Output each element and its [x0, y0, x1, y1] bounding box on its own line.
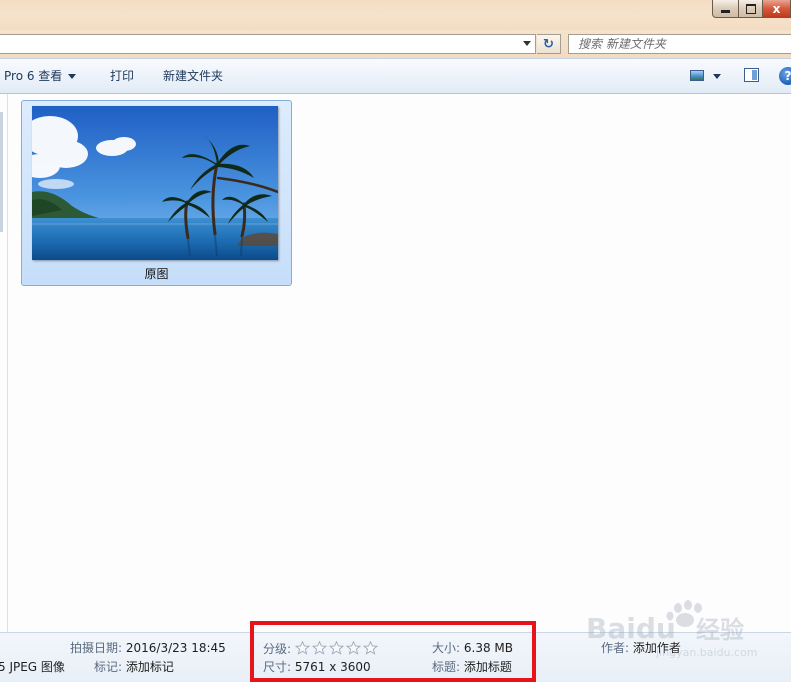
date-taken-value: 2016/3/23 18:45 — [125, 641, 226, 655]
command-bar: Pro 6 查看 打印 新建文件夹 ? — [0, 58, 791, 94]
tags-value[interactable]: 添加标记 — [126, 660, 174, 674]
highlight-annotation-box — [250, 621, 536, 682]
new-folder-button[interactable]: 新建文件夹 — [163, 59, 223, 93]
navigation-pane-edge[interactable] — [0, 94, 8, 632]
open-with-label: Pro 6 查看 — [4, 69, 63, 83]
explorer-window: x ↻ Pro 6 查看 打印 新建文件夹 ? — [0, 0, 791, 682]
tags-label: 标记: — [94, 660, 123, 674]
file-name-label: 原图 — [144, 267, 169, 281]
image-thumbnail — [32, 106, 278, 260]
minimize-icon — [721, 10, 730, 13]
tags-field[interactable]: 标记: 添加标记 — [94, 660, 174, 674]
search-input[interactable] — [568, 34, 791, 54]
svg-text:Baidu: Baidu — [586, 612, 676, 645]
file-item[interactable]: 原图 — [21, 100, 292, 286]
maximize-button[interactable] — [739, 0, 763, 18]
svg-text:jingyan.baidu.com: jingyan.baidu.com — [655, 646, 758, 659]
refresh-button[interactable]: ↻ — [537, 34, 561, 54]
view-options-chevron-down-icon[interactable] — [713, 74, 721, 79]
svg-text:经验: 经验 — [696, 616, 744, 644]
open-with-button[interactable]: Pro 6 查看 — [4, 59, 77, 93]
close-button[interactable]: x — [763, 0, 791, 18]
address-row: ↻ — [0, 30, 791, 58]
address-history-chevron-down-icon[interactable] — [523, 41, 531, 46]
baidu-jingyan-watermark-logo: Baidu 经验 jingyan.baidu.com — [586, 600, 758, 659]
caption-buttons: x — [712, 0, 791, 18]
file-view[interactable]: 原图 — [8, 94, 791, 632]
address-bar[interactable] — [0, 34, 536, 54]
close-icon: x — [772, 1, 781, 16]
chevron-down-icon — [68, 74, 77, 79]
refresh-icon: ↻ — [543, 36, 554, 52]
date-taken-label: 拍摄日期: — [70, 641, 123, 655]
preview-pane-icon[interactable] — [744, 68, 759, 82]
date-taken-field: 拍摄日期: 2016/3/23 18:45 — [70, 641, 226, 655]
file-type-text: 5 JPEG 图像 — [0, 660, 65, 674]
minimize-button[interactable] — [712, 0, 739, 18]
help-icon[interactable]: ? — [779, 67, 791, 85]
title-bar: x — [0, 0, 791, 30]
maximize-icon — [745, 3, 756, 14]
new-folder-label: 新建文件夹 — [163, 69, 224, 83]
change-view-icon[interactable] — [690, 70, 704, 81]
print-button[interactable]: 打印 — [110, 59, 134, 93]
print-label: 打印 — [110, 69, 135, 83]
file-type-value: 5 JPEG 图像 — [0, 660, 65, 674]
